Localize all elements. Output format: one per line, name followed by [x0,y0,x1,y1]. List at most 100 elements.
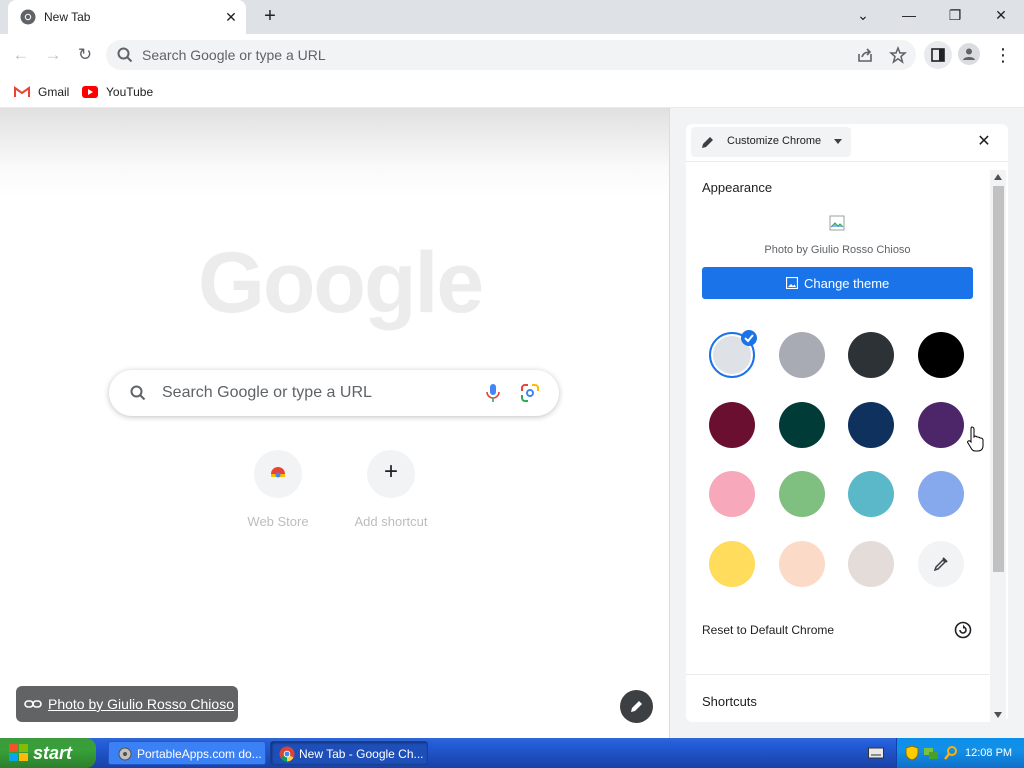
chrome-web-store-icon [271,467,285,478]
reset-default-row[interactable]: Reset to Default Chrome [702,617,982,643]
chrome-icon [279,746,295,762]
google-logo: Google [198,235,484,331]
shortcut-tile: + [367,450,415,498]
tab-new-tab[interactable]: New Tab ✕ [8,0,246,34]
bookmark-label: Gmail [38,85,70,99]
back-button[interactable]: ← [8,42,34,68]
google-lens-icon[interactable] [520,383,540,403]
restore-button[interactable]: ❐ [940,4,970,26]
profile-avatar[interactable] [958,43,980,65]
system-tray: 12:08 PM [896,738,1024,768]
panel-close-icon[interactable]: ✕ [972,130,996,154]
color-swatch[interactable] [848,402,894,448]
scroll-up-arrow-icon[interactable] [994,174,1002,180]
windows-taskbar: start PortableApps.com do... New Tab - G… [0,738,1024,768]
close-window-button[interactable]: ✕ [986,4,1016,26]
panel-selector[interactable]: Customize Chrome [691,127,851,157]
bookmark-star-icon[interactable] [889,46,907,64]
dropdown-arrow-icon [834,139,842,144]
customize-side-panel: Customize Chrome ✕ Appearance Photo by G… [670,108,1024,738]
chrome-icon [20,9,36,25]
taskbar-item-label: New Tab - Google Ch... [299,747,424,761]
color-swatch[interactable] [848,332,894,378]
side-panel-icon [931,48,945,62]
shortcut-tile [254,450,302,498]
color-swatch[interactable] [918,471,964,517]
photo-credit-link[interactable]: Photo by Giulio Rosso Chioso [16,686,238,722]
bookmark-gmail[interactable]: Gmail [14,82,69,102]
custom-color-swatch[interactable] [918,541,964,587]
new-tab-page: Google Search Google or type a URL Web S… [0,108,669,738]
tab-title: New Tab [44,10,91,24]
bookmarks-bar: Gmail YouTube [0,76,1024,108]
bookmark-youtube[interactable]: YouTube [82,82,153,102]
menu-button[interactable]: ⋮ [990,42,1016,68]
photo-credit-text: Photo by Giulio Rosso Chioso [48,696,234,712]
color-swatch[interactable] [709,541,755,587]
color-swatch-grid [686,162,989,602]
address-bar[interactable]: Search Google or type a URL [106,40,916,70]
title-bar: New Tab ✕ + ⌄ — ❐ ✕ [0,0,1024,34]
taskbar-item-label: PortableApps.com do... [137,747,262,761]
reset-default-label: Reset to Default Chrome [702,623,835,637]
windows-logo-icon [9,744,28,761]
color-swatch[interactable] [779,471,825,517]
section-divider [686,674,989,675]
tab-close-icon[interactable]: ✕ [222,8,240,26]
shortcut-label: Add shortcut [354,514,428,529]
microphone-icon[interactable] [485,383,501,403]
scroll-down-arrow-icon[interactable] [994,712,1002,718]
taskbar-item-portableapps[interactable]: PortableApps.com do... [108,741,266,765]
clock: 12:08 PM [965,747,1013,759]
panel-selector-label: Customize Chrome [727,135,822,147]
customize-edit-button[interactable] [620,690,653,723]
keyboard-icon[interactable] [868,746,884,760]
color-swatch[interactable] [918,402,964,448]
side-panel-button[interactable] [924,41,952,69]
eyedropper-icon [933,557,948,572]
shortcuts-heading: Shortcuts [702,694,757,709]
color-swatch[interactable] [779,332,825,378]
plus-icon: + [383,458,398,485]
toolbar: ← → ↻ Search Google or type a URL ⋮ [0,34,1024,76]
reload-button[interactable]: ↻ [72,42,98,68]
share-icon[interactable] [856,46,874,64]
color-swatch[interactable] [709,330,757,378]
color-swatch[interactable] [848,471,894,517]
panel-body: Appearance Photo by Giulio Rosso Chioso … [686,162,989,722]
shortcut-add[interactable]: + Add shortcut [335,448,447,538]
taskbar-item-chrome[interactable]: New Tab - Google Ch... [270,741,428,765]
color-swatch[interactable] [779,541,825,587]
panel-card: Customize Chrome ✕ Appearance Photo by G… [686,124,1008,722]
new-tab-button[interactable]: + [259,6,281,28]
minimize-button[interactable]: — [894,4,924,26]
color-swatch[interactable] [779,402,825,448]
shortcut-label: Web Store [247,514,309,529]
ntp-search-box[interactable]: Search Google or type a URL [109,370,559,416]
gmail-icon [14,86,30,97]
ntp-search-placeholder: Search Google or type a URL [162,384,372,401]
search-icon [117,47,133,63]
shortcut-web-store[interactable]: Web Store [222,448,334,538]
color-swatch[interactable] [709,471,755,517]
link-icon [24,700,42,708]
bookmark-label: YouTube [106,85,154,99]
start-button[interactable]: start [0,738,96,768]
forward-button[interactable]: → [40,42,66,68]
reset-icon [954,621,972,639]
panel-scrollbar[interactable] [990,170,1006,722]
color-swatch[interactable] [709,402,755,448]
check-icon [741,330,757,346]
search-icon [130,385,146,401]
search-tray-icon[interactable] [943,745,959,761]
portableapps-icon [118,747,132,761]
security-shield-icon[interactable] [905,745,919,761]
start-label: start [33,743,73,763]
scrollbar-thumb[interactable] [993,186,1004,572]
network-icon[interactable] [923,745,939,761]
color-swatch[interactable] [848,541,894,587]
color-swatch[interactable] [918,332,964,378]
person-icon [963,48,975,60]
hand-cursor-icon [967,426,984,452]
tab-search-button[interactable]: ⌄ [848,4,878,26]
